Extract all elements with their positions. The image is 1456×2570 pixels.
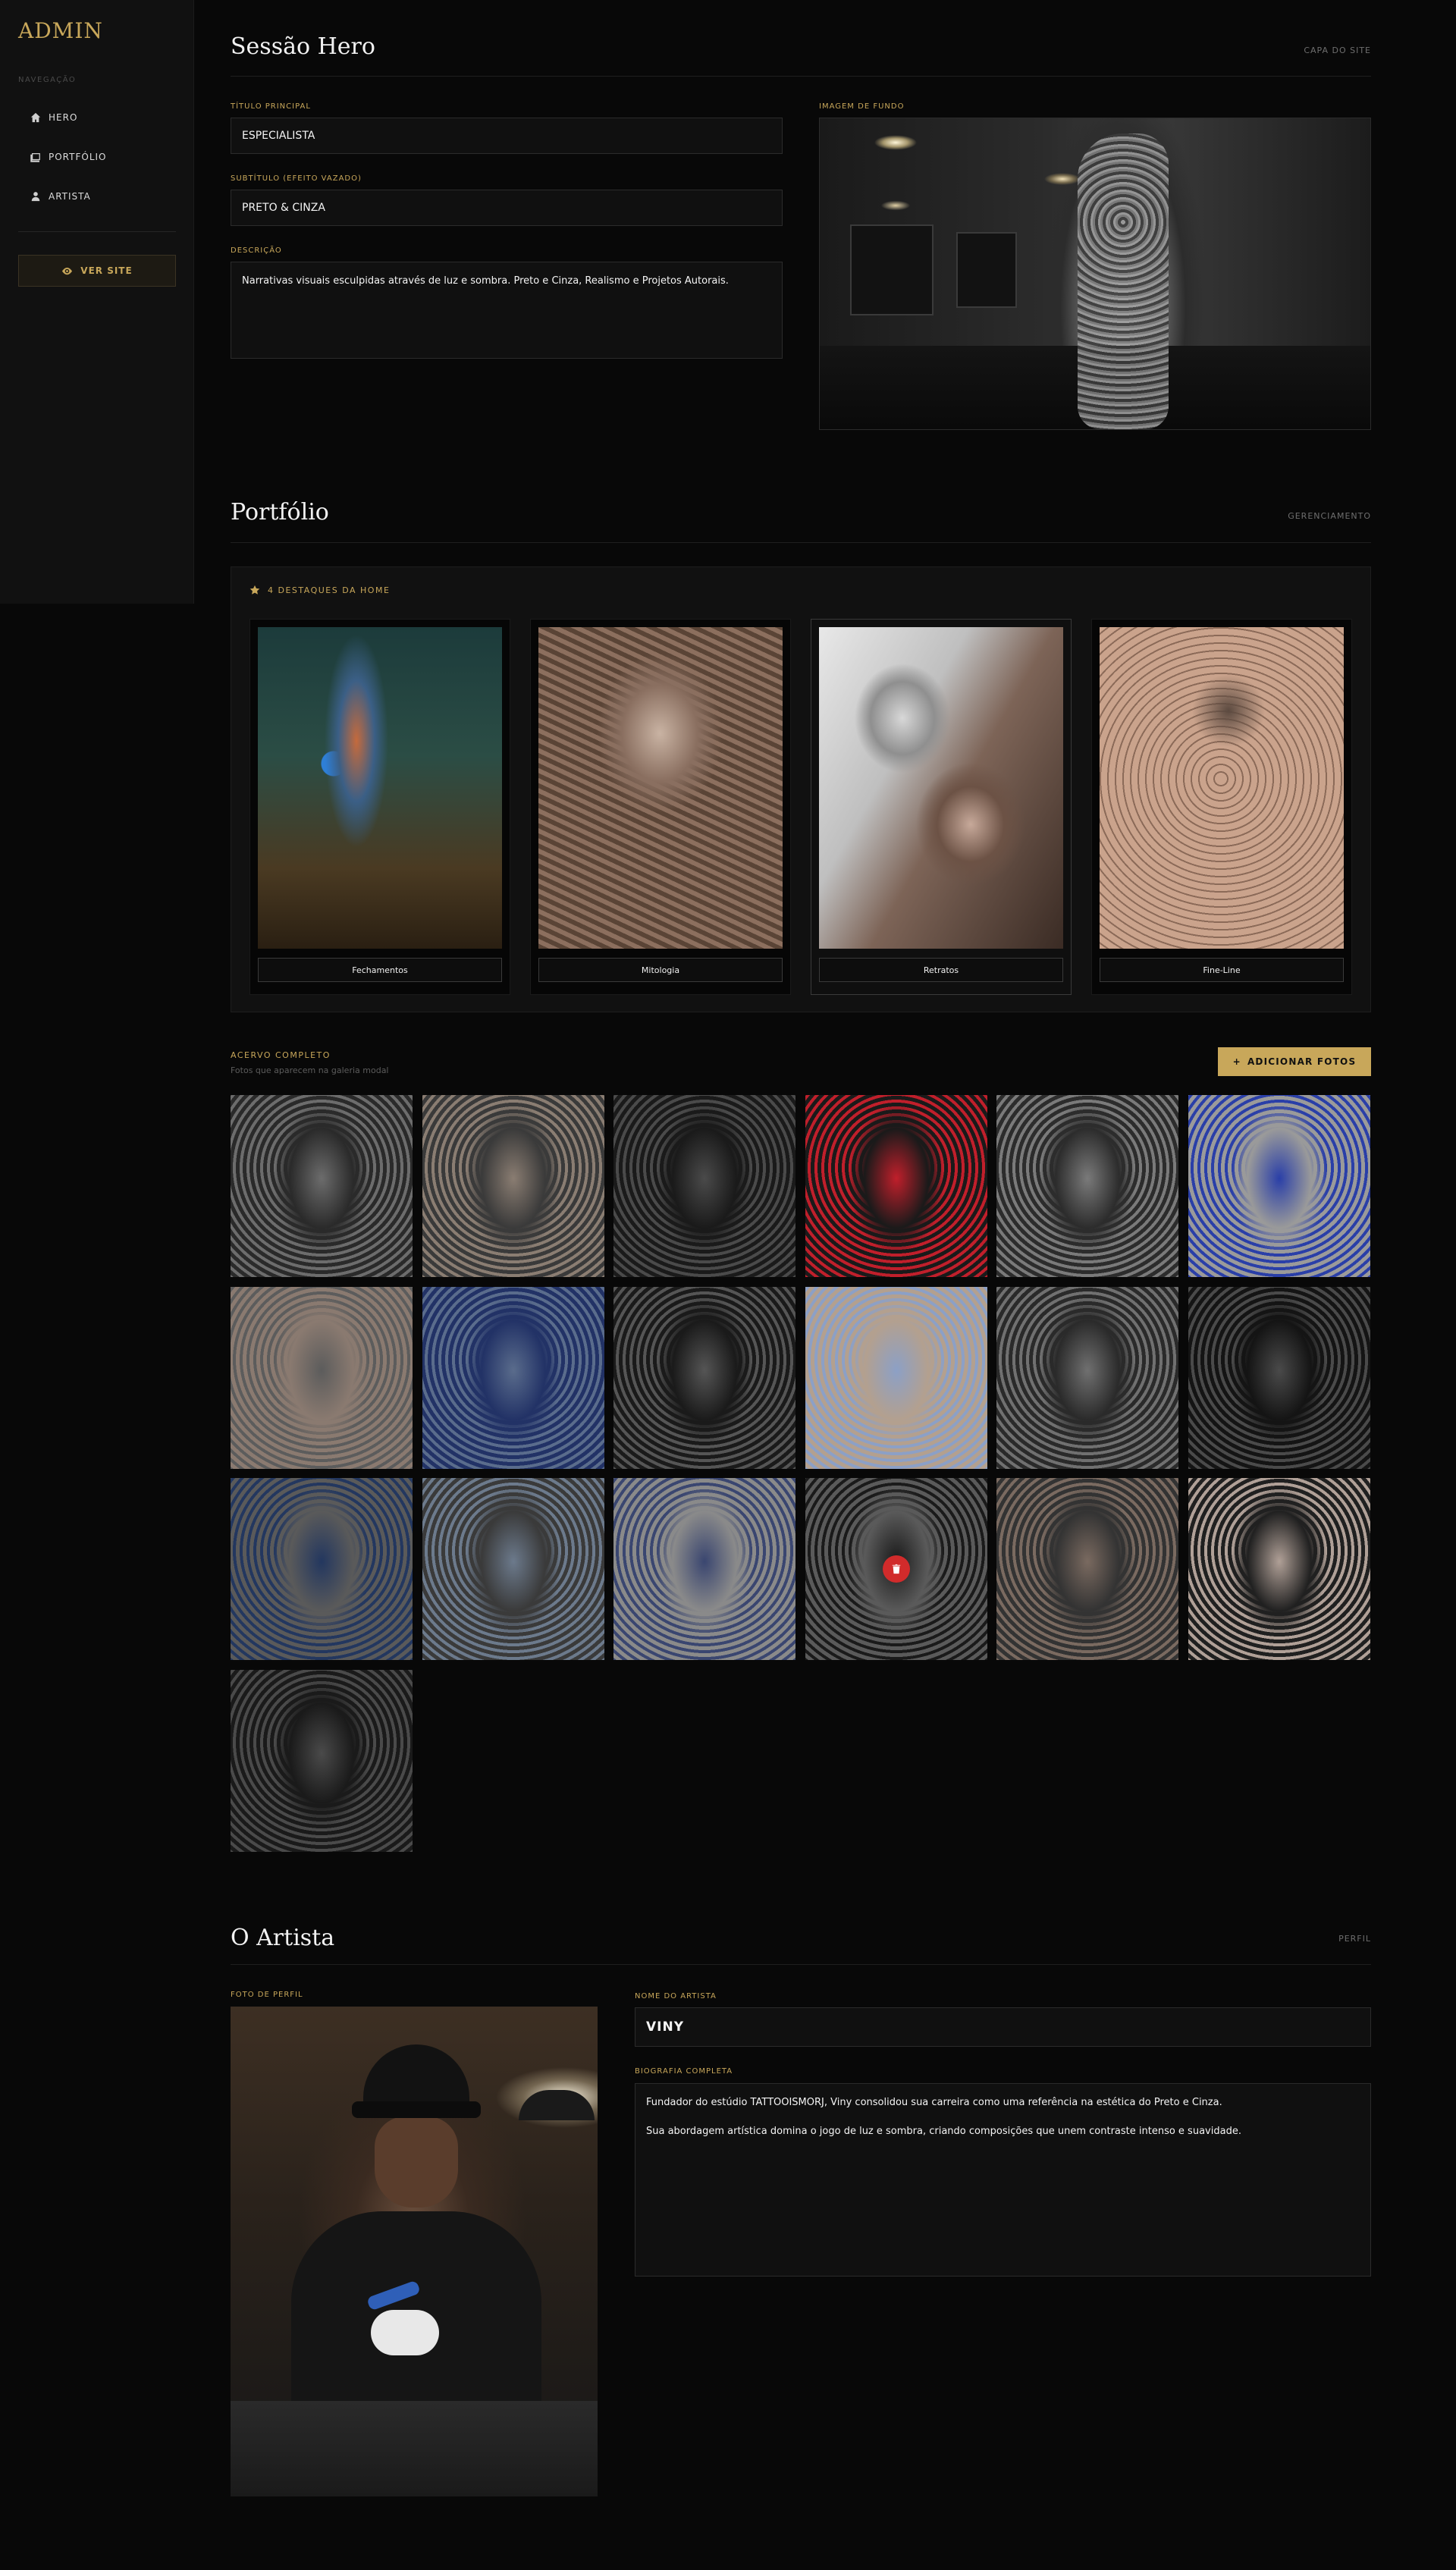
gallery-thumbnail[interactable]	[613, 1478, 795, 1660]
section-divider	[231, 76, 1371, 77]
sidebar-item-label: HERO	[49, 112, 78, 123]
home-icon	[30, 112, 41, 123]
add-photos-button[interactable]: + ADICIONAR FOTOS	[1218, 1047, 1371, 1076]
bio-label: BIOGRAFIA COMPLETA	[635, 2067, 733, 2076]
portfolio-section-title: Portfólio	[231, 499, 329, 526]
eye-icon	[62, 267, 73, 275]
gallery-thumbnail[interactable]	[231, 1095, 413, 1277]
nome-label: NOME DO ARTISTA	[635, 1992, 717, 2000]
sidebar-item-artista[interactable]: ARTISTA	[30, 185, 91, 208]
glove-shape	[371, 2310, 439, 2355]
gallery-thumbnail[interactable]	[1188, 1287, 1370, 1469]
user-icon	[31, 192, 40, 202]
desk-shape	[231, 2401, 598, 2496]
destaque-category-label[interactable]: Mitologia	[538, 958, 783, 982]
destaque-image	[819, 627, 1063, 949]
studio-wall-frame	[956, 232, 1017, 308]
destaque-image	[1100, 627, 1344, 949]
subtitulo-label: SUBTÍTULO (EFEITO VAZADO)	[231, 174, 362, 183]
gallery-thumbnail[interactable]	[996, 1095, 1178, 1277]
titulo-input[interactable]: ESPECIALISTA	[231, 118, 783, 154]
gallery-thumbnail[interactable]	[231, 1478, 413, 1660]
gallery-thumbnail[interactable]	[422, 1095, 604, 1277]
lamp-shape	[519, 2090, 595, 2120]
gallery-thumbnail[interactable]	[231, 1287, 413, 1469]
destaque-category-label[interactable]: Fechamentos	[258, 958, 502, 982]
destaque-category-label[interactable]: Retratos	[819, 958, 1063, 982]
section-divider	[231, 542, 1371, 543]
section-divider	[231, 1964, 1371, 1965]
acervo-subtitle: Fotos que aparecem na galeria modal	[231, 1065, 389, 1075]
gallery-thumbnail[interactable]	[1188, 1478, 1370, 1660]
destaque-card[interactable]: Retratos	[811, 619, 1072, 995]
descricao-label: DESCRIÇÃO	[231, 246, 282, 255]
sidebar: ADMIN NAVEGAÇÃO HERO PORTFÓLIO ARTISTA V…	[0, 0, 194, 604]
gallery-thumbnail[interactable]	[805, 1478, 987, 1660]
gallery-thumbnail[interactable]	[996, 1287, 1178, 1469]
hero-section-tag: CAPA DO SITE	[1304, 46, 1371, 55]
hero-background-image[interactable]	[819, 118, 1371, 430]
imagem-label: IMAGEM DE FUNDO	[819, 102, 905, 111]
gallery-thumbnail[interactable]	[231, 1670, 413, 1852]
bio-paragraph: Sua abordagem artística domina o jogo de…	[646, 2126, 1241, 2138]
gallery-thumbnail[interactable]	[805, 1287, 987, 1469]
sidebar-item-hero[interactable]: HERO	[30, 106, 77, 129]
gallery-thumbnail[interactable]	[805, 1095, 987, 1277]
studio-wall-frame	[850, 224, 934, 315]
titulo-label: TÍTULO PRINCIPAL	[231, 102, 311, 111]
gallery-thumbnail[interactable]	[422, 1478, 604, 1660]
gallery-icon	[30, 153, 40, 162]
destaque-image	[258, 627, 502, 949]
plus-icon: +	[1232, 1056, 1241, 1067]
bio-paragraph: Fundador do estúdio TATTOOISMORJ, Viny c…	[646, 2097, 1222, 2108]
artista-section-title: O Artista	[231, 1925, 335, 1951]
delete-photo-button[interactable]	[883, 1555, 910, 1583]
admin-logo: ADMIN	[18, 18, 103, 43]
destaque-category-label[interactable]: Fine-Line	[1100, 958, 1344, 982]
sidebar-item-portfolio[interactable]: PORTFÓLIO	[30, 146, 107, 168]
foto-label: FOTO DE PERFIL	[231, 1991, 303, 1999]
star-icon	[249, 585, 260, 595]
add-photos-label: ADICIONAR FOTOS	[1247, 1056, 1357, 1067]
gallery-thumbnail[interactable]	[613, 1287, 795, 1469]
destaque-card[interactable]: Fine-Line	[1091, 619, 1352, 995]
nome-input[interactable]: VINY	[635, 2007, 1371, 2047]
hero-section-title: Sessão Hero	[231, 33, 375, 60]
sidebar-item-label: PORTFÓLIO	[49, 152, 107, 162]
tattooed-arm-image	[1078, 133, 1169, 429]
nav-heading: NAVEGAÇÃO	[18, 76, 77, 84]
destaques-heading: 4 DESTAQUES DA HOME	[249, 585, 390, 595]
artist-profile-photo[interactable]	[231, 2007, 598, 2496]
nav-divider	[18, 231, 176, 232]
sidebar-item-label: ARTISTA	[49, 191, 91, 202]
destaque-card[interactable]: Fechamentos	[249, 619, 510, 995]
bio-textarea[interactable]: Fundador do estúdio TATTOOISMORJ, Viny c…	[635, 2083, 1371, 2277]
artist-cap-brim	[352, 2101, 481, 2118]
ver-site-label: VER SITE	[80, 265, 133, 276]
destaque-image	[538, 627, 783, 949]
acervo-title: ACERVO COMPLETO	[231, 1050, 331, 1060]
destaques-title: 4 DESTAQUES DA HOME	[268, 585, 391, 595]
gallery-thumbnail[interactable]	[613, 1095, 795, 1277]
artista-section-tag: PERFIL	[1338, 1934, 1371, 1944]
destaques-panel: 4 DESTAQUES DA HOME Fechamentos Mitologi…	[231, 566, 1371, 1012]
destaque-card[interactable]: Mitologia	[530, 619, 791, 995]
gallery-thumbnail[interactable]	[996, 1478, 1178, 1660]
gallery-thumbnail[interactable]	[422, 1287, 604, 1469]
artist-face-shape	[375, 2117, 458, 2208]
gallery-thumbnail[interactable]	[1188, 1095, 1370, 1277]
trash-icon	[892, 1564, 901, 1574]
descricao-textarea[interactable]: Narrativas visuais esculpidas através de…	[231, 262, 783, 359]
ver-site-button[interactable]: VER SITE	[18, 255, 176, 287]
subtitulo-input[interactable]: PRETO & CINZA	[231, 190, 783, 226]
portfolio-section-tag: GERENCIAMENTO	[1288, 511, 1371, 521]
